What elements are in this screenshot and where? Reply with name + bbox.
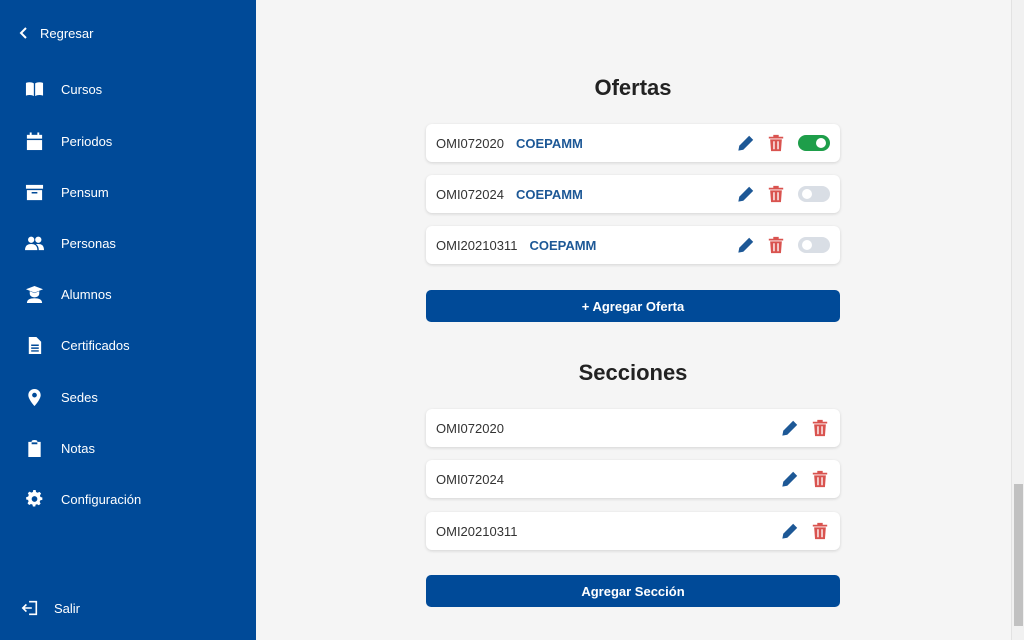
- scrollbar-thumb[interactable]: [1014, 484, 1023, 626]
- ofertas-title: Ofertas: [594, 75, 672, 100]
- sidebar-item-label: Cursos: [61, 81, 103, 97]
- oferta-row: OMI072024 COEPAMM: [426, 175, 840, 213]
- clipboard-icon: [24, 438, 44, 458]
- oferta-org: COEPAMM: [515, 135, 583, 151]
- oferta-active-toggle[interactable]: [798, 237, 830, 253]
- seccion-code: OMI072024: [436, 471, 504, 487]
- oferta-code: OMI072020: [436, 135, 504, 151]
- sidebar: Regresar Cursos Periodos Pensum Personas…: [0, 0, 256, 640]
- oferta-code: OMI072024: [436, 186, 504, 202]
- add-oferta-button[interactable]: + Agregar Oferta: [426, 290, 840, 322]
- seccion-row: OMI20210311: [426, 512, 840, 550]
- sidebar-item-label: Sedes: [61, 389, 98, 405]
- logout-label: Salir: [54, 600, 81, 616]
- sidebar-item-personas[interactable]: Personas: [24, 231, 116, 255]
- oferta-row: OMI20210311 COEPAMM: [426, 226, 840, 264]
- chevron-left-icon: [19, 27, 27, 39]
- sidebar-item-sedes[interactable]: Sedes: [24, 385, 98, 409]
- logout-link[interactable]: Salir: [20, 598, 80, 618]
- trash-icon[interactable]: [810, 469, 830, 489]
- sidebar-item-label: Notas: [61, 440, 95, 456]
- sidebar-item-label: Alumnos: [61, 286, 112, 302]
- pencil-icon[interactable]: [780, 418, 800, 438]
- oferta-active-toggle[interactable]: [798, 135, 830, 151]
- trash-icon[interactable]: [766, 184, 786, 204]
- pencil-icon[interactable]: [736, 184, 756, 204]
- back-label: Regresar: [40, 25, 94, 41]
- sidebar-item-certificados[interactable]: Certificados: [24, 333, 130, 357]
- secciones-title: Secciones: [578, 360, 688, 385]
- sidebar-item-configuracion[interactable]: Configuración: [24, 487, 141, 511]
- trash-icon[interactable]: [810, 418, 830, 438]
- scrollbar[interactable]: [1011, 0, 1024, 640]
- logout-icon: [20, 598, 40, 618]
- book-open-icon: [24, 79, 44, 99]
- oferta-org: COEPAMM: [529, 237, 597, 253]
- sidebar-item-label: Pensum: [61, 184, 109, 200]
- archive-box-icon: [24, 182, 44, 202]
- oferta-row: OMI072020 COEPAMM: [426, 124, 840, 162]
- sidebar-item-label: Periodos: [61, 133, 113, 149]
- sidebar-item-alumnos[interactable]: Alumnos: [24, 282, 112, 306]
- sidebar-item-label: Certificados: [61, 337, 130, 353]
- oferta-active-toggle[interactable]: [798, 186, 830, 202]
- sidebar-item-label: Personas: [61, 235, 116, 251]
- sidebar-item-cursos[interactable]: Cursos: [24, 77, 102, 101]
- seccion-row: OMI072024: [426, 460, 840, 498]
- back-link[interactable]: Regresar: [18, 24, 93, 42]
- trash-icon[interactable]: [766, 235, 786, 255]
- users-icon: [24, 233, 44, 253]
- add-seccion-button[interactable]: Agregar Sección: [426, 575, 840, 607]
- oferta-code: OMI20210311: [436, 237, 518, 253]
- sidebar-item-periodos[interactable]: Periodos: [24, 129, 112, 153]
- sidebar-item-label: Configuración: [61, 491, 142, 507]
- sidebar-item-notas[interactable]: Notas: [24, 436, 95, 460]
- document-icon: [24, 335, 44, 355]
- trash-icon[interactable]: [810, 521, 830, 541]
- pencil-icon[interactable]: [736, 235, 756, 255]
- pencil-icon[interactable]: [780, 469, 800, 489]
- seccion-row: OMI072020: [426, 409, 840, 447]
- calendar-icon: [24, 131, 44, 151]
- seccion-code: OMI072020: [436, 420, 504, 436]
- seccion-code: OMI20210311: [436, 523, 518, 539]
- pencil-icon[interactable]: [736, 133, 756, 153]
- graduate-icon: [24, 284, 44, 304]
- map-pin-icon: [24, 387, 44, 407]
- pencil-icon[interactable]: [780, 521, 800, 541]
- trash-icon[interactable]: [766, 133, 786, 153]
- gear-icon: [24, 489, 44, 509]
- oferta-org: COEPAMM: [515, 186, 583, 202]
- sidebar-item-pensum[interactable]: Pensum: [24, 180, 109, 204]
